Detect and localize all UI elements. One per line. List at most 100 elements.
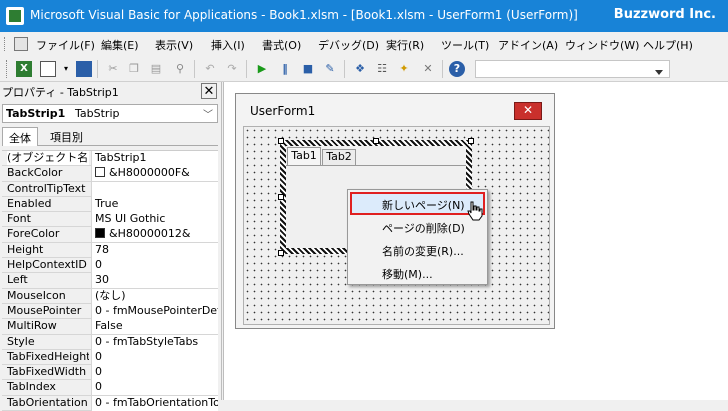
property-row[interactable]: TabIndex 0: [2, 380, 218, 396]
property-row[interactable]: ControlTipText: [2, 181, 218, 197]
property-value[interactable]: &H8000000F&: [91, 166, 218, 182]
excel-icon[interactable]: X: [16, 61, 32, 77]
tab-tab2[interactable]: Tab2: [322, 149, 356, 165]
property-row[interactable]: TabFixedHeight 0: [2, 349, 218, 366]
property-name: (オブジェクト名): [7, 151, 89, 165]
resize-handle[interactable]: [278, 194, 284, 200]
properties-header: プロパティ - TabStrip1 ✕: [0, 82, 221, 102]
menu-item-rename[interactable]: 名前の変更(R)...: [382, 243, 464, 259]
menu-file[interactable]: ファイル(F): [36, 37, 95, 53]
cut-icon[interactable]: ✂: [105, 61, 121, 77]
object-browser-icon[interactable]: ✦: [396, 61, 412, 77]
menu-window[interactable]: ウィンドウ(W): [565, 37, 639, 53]
property-row[interactable]: Font MS UI Gothic: [2, 212, 218, 228]
save-icon[interactable]: [76, 61, 92, 77]
toolbar-options-field[interactable]: [475, 60, 670, 78]
reset-icon[interactable]: ■: [300, 61, 316, 77]
property-value[interactable]: TabStrip1: [91, 151, 218, 166]
project-explorer-icon[interactable]: ❖: [352, 61, 368, 77]
paste-icon[interactable]: ▤: [148, 61, 164, 77]
menu-grip[interactable]: [4, 37, 7, 51]
properties-icon[interactable]: ☷: [374, 61, 390, 77]
property-value[interactable]: 0: [91, 258, 218, 274]
menu-help[interactable]: ヘルプ(H): [643, 37, 693, 53]
resize-handle[interactable]: [468, 138, 474, 144]
menu-edit[interactable]: 編集(E): [101, 37, 139, 53]
property-row[interactable]: Enabled True: [2, 196, 218, 213]
object-type: TabStrip: [75, 107, 120, 120]
property-row[interactable]: MouseIcon (なし): [2, 288, 218, 304]
code-window-icon[interactable]: [14, 37, 28, 51]
property-value[interactable]: (なし): [91, 288, 218, 304]
property-name: TabIndex: [7, 380, 56, 394]
design-mode-icon[interactable]: ✎: [322, 61, 338, 77]
property-value-text: &H80000012&: [109, 227, 191, 241]
redo-icon[interactable]: ↷: [224, 61, 240, 77]
property-row[interactable]: HelpContextID 0: [2, 258, 218, 274]
property-value[interactable]: 0 - fmMousePointerDef: [91, 303, 218, 319]
resize-handle[interactable]: [278, 138, 284, 144]
insert-userform-icon[interactable]: [40, 61, 56, 77]
property-name: Height: [7, 242, 44, 256]
toolbar-separator: [97, 60, 98, 78]
property-value[interactable]: True: [91, 196, 218, 212]
toolbar-grip[interactable]: [6, 60, 9, 78]
property-row[interactable]: TabOrientation 0 - fmTabOrientationTo: [2, 395, 218, 411]
property-row[interactable]: (オブジェクト名) TabStrip1: [2, 151, 218, 167]
property-name: TabFixedWidth: [7, 365, 87, 379]
color-swatch: [95, 167, 105, 178]
toolbox-icon[interactable]: ✕: [420, 61, 436, 77]
menu-debug[interactable]: デバッグ(D): [318, 37, 379, 53]
resize-handle[interactable]: [278, 250, 284, 256]
property-value[interactable]: 78: [91, 242, 218, 258]
copy-icon[interactable]: ❐: [126, 61, 142, 77]
object-selector[interactable]: TabStrip1 TabStrip ﹀: [2, 104, 218, 123]
tab-tab1[interactable]: Tab1: [287, 147, 321, 165]
menu-insert[interactable]: 挿入(I): [211, 37, 245, 53]
help-icon[interactable]: ?: [449, 61, 465, 77]
property-row[interactable]: Style 0 - fmTabStyleTabs: [2, 334, 218, 350]
property-row[interactable]: MultiRow False: [2, 319, 218, 335]
resize-handle[interactable]: [373, 138, 379, 144]
menu-item-move[interactable]: 移動(M)...: [382, 266, 433, 282]
property-value[interactable]: [91, 181, 218, 197]
dropdown-arrow-icon[interactable]: ▾: [58, 61, 74, 77]
property-value[interactable]: MS UI Gothic: [91, 212, 218, 228]
excel-app-icon[interactable]: [6, 7, 24, 25]
property-value[interactable]: False: [91, 319, 218, 335]
find-icon[interactable]: ⚲: [172, 61, 188, 77]
property-name: Enabled: [7, 196, 52, 210]
menu-run[interactable]: 実行(R): [386, 37, 424, 53]
menu-addins[interactable]: アドイン(A): [498, 37, 558, 53]
toolbar-separator: [442, 60, 443, 78]
property-row[interactable]: BackColor &H8000000F&: [2, 166, 218, 182]
property-value[interactable]: 30: [91, 273, 218, 289]
menu-tools[interactable]: ツール(T): [441, 37, 489, 53]
property-value[interactable]: 0 - fmTabStyleTabs: [91, 334, 218, 350]
menu-item-new-page[interactable]: 新しいページ(N): [382, 197, 465, 213]
property-value[interactable]: 0: [91, 380, 218, 396]
property-row[interactable]: ForeColor &H80000012&: [2, 227, 218, 243]
close-icon[interactable]: ✕: [201, 83, 217, 99]
menu-item-delete-page[interactable]: ページの削除(D): [382, 220, 465, 236]
tab-alphabetic[interactable]: 全体: [2, 127, 38, 146]
property-row[interactable]: MousePointer 0 - fmMousePointerDef: [2, 303, 218, 320]
property-value[interactable]: 0: [91, 365, 218, 381]
property-row[interactable]: Left 30: [2, 273, 218, 289]
property-value[interactable]: 0: [91, 349, 218, 365]
property-row[interactable]: Height 78: [2, 242, 218, 259]
chevron-down-icon[interactable]: ﹀: [203, 106, 213, 121]
break-icon[interactable]: ‖: [277, 61, 293, 77]
property-row[interactable]: TabFixedWidth 0: [2, 365, 218, 381]
property-name: Style: [7, 334, 35, 348]
property-value[interactable]: &H80000012&: [91, 227, 218, 243]
toolbar-separator: [344, 60, 345, 78]
property-name: MouseIcon: [7, 288, 66, 302]
run-icon[interactable]: ▶: [254, 61, 270, 77]
menu-view[interactable]: 表示(V): [155, 37, 193, 53]
property-value[interactable]: 0 - fmTabOrientationTo: [91, 395, 218, 411]
menu-format[interactable]: 書式(O): [262, 37, 301, 53]
close-button[interactable]: ✕: [514, 102, 542, 120]
tab-categorized[interactable]: 項目別: [50, 129, 83, 145]
undo-icon[interactable]: ↶: [202, 61, 218, 77]
